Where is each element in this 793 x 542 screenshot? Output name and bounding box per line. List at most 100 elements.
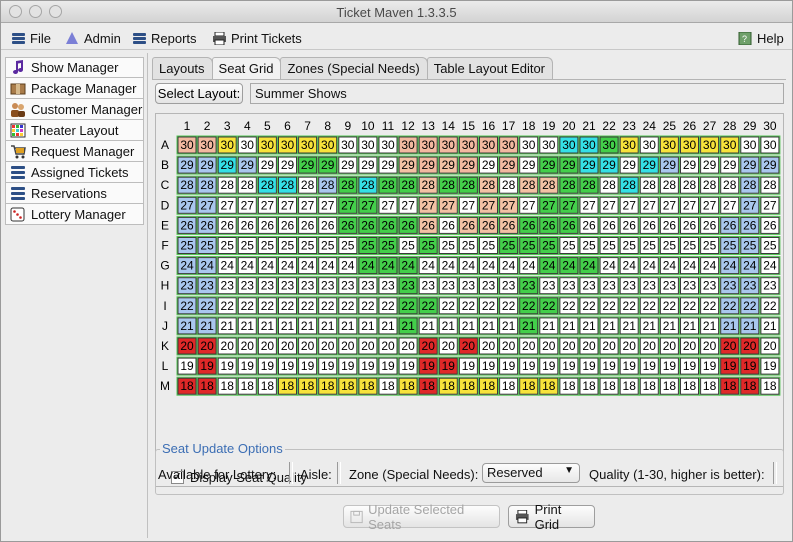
seat-cell[interactable]: 25 [598, 236, 620, 255]
print-grid-button[interactable]: Print Grid [508, 502, 595, 532]
seat-cell[interactable]: 19 [377, 356, 399, 376]
seat-cell[interactable]: 23 [417, 276, 439, 296]
seat-cell[interactable]: 23 [176, 276, 198, 296]
seat-cell[interactable]: 18 [196, 376, 218, 396]
menu-reports[interactable]: Reports [132, 29, 197, 47]
seat-cell[interactable]: 18 [558, 376, 580, 396]
seat-cell[interactable]: 22 [719, 296, 741, 316]
seat-cell[interactable]: 23 [699, 276, 721, 296]
seat-cell[interactable]: 24 [256, 256, 278, 276]
seat-cell[interactable]: 19 [437, 356, 459, 376]
seat-cell[interactable]: 25 [437, 236, 459, 255]
seat-cell[interactable]: 20 [759, 336, 781, 356]
seat-cell[interactable]: 21 [417, 316, 439, 336]
seat-cell[interactable]: 19 [759, 356, 781, 376]
seat-cell[interactable]: 24 [638, 256, 660, 276]
seat-cell[interactable]: 21 [518, 316, 540, 336]
seat-cell[interactable]: 23 [236, 276, 258, 296]
seat-cell[interactable]: 25 [518, 236, 540, 255]
seat-cell[interactable]: 20 [498, 336, 520, 356]
seat-cell[interactable]: 30 [216, 135, 238, 155]
seat-cell[interactable]: 19 [578, 356, 600, 376]
seat-cell[interactable]: 27 [337, 195, 359, 215]
seat-cell[interactable]: 19 [417, 356, 439, 376]
seat-cell[interactable]: 30 [498, 135, 520, 155]
seat-cell[interactable]: 22 [317, 296, 339, 316]
seat-cell[interactable]: 30 [679, 135, 700, 155]
seat-cell[interactable]: 25 [658, 236, 680, 255]
seat-cell[interactable]: 23 [437, 276, 459, 296]
seat-cell[interactable]: 19 [498, 356, 520, 376]
seat-cell[interactable]: 18 [719, 376, 741, 396]
seat-cell[interactable]: 23 [759, 276, 781, 296]
seat-cell[interactable]: 23 [598, 276, 620, 296]
seat-cell[interactable]: 21 [558, 316, 580, 336]
seat-cell[interactable]: 25 [679, 236, 700, 255]
seat-cell[interactable]: 27 [277, 195, 298, 215]
seat-cell[interactable]: 22 [236, 296, 258, 316]
seat-cell[interactable]: 27 [638, 195, 660, 215]
seat-cell[interactable]: 26 [739, 215, 761, 235]
seat-cell[interactable]: 24 [357, 256, 379, 276]
seat-cell[interactable]: 30 [196, 135, 218, 155]
seat-cell[interactable]: 21 [679, 316, 700, 336]
seat-cell[interactable]: 27 [699, 195, 721, 215]
seat-cell[interactable]: 27 [759, 195, 781, 215]
seat-cell[interactable]: 19 [337, 356, 359, 376]
seat-cell[interactable]: 27 [417, 195, 439, 215]
seat-cell[interactable]: 20 [317, 336, 339, 356]
seat-cell[interactable]: 28 [699, 175, 721, 195]
seat-cell[interactable]: 21 [317, 316, 339, 336]
seat-cell[interactable]: 30 [256, 135, 278, 155]
seat-cell[interactable]: 30 [638, 135, 660, 155]
seat-cell[interactable]: 25 [216, 236, 238, 255]
seat-cell[interactable]: 28 [176, 175, 198, 195]
seat-cell[interactable]: 18 [498, 376, 520, 396]
seat-cell[interactable]: 24 [377, 256, 399, 276]
seat-cell[interactable]: 24 [236, 256, 258, 276]
seat-cell[interactable]: 25 [618, 236, 640, 255]
seat-cell[interactable]: 25 [498, 236, 520, 255]
seat-cell[interactable]: 30 [759, 135, 781, 155]
seat-cell[interactable]: 21 [498, 316, 520, 336]
seat-cell[interactable]: 22 [417, 296, 439, 316]
seat-cell[interactable]: 23 [397, 276, 419, 296]
seat-cell[interactable]: 28 [498, 175, 520, 195]
seat-cell[interactable]: 21 [277, 316, 298, 336]
seat-cell[interactable]: 18 [578, 376, 600, 396]
seat-cell[interactable]: 26 [216, 215, 238, 235]
seat-cell[interactable]: 20 [719, 336, 741, 356]
seat-cell[interactable]: 27 [256, 195, 278, 215]
seat-cell[interactable]: 18 [538, 376, 560, 396]
seat-cell[interactable]: 22 [538, 296, 560, 316]
seat-cell[interactable]: 30 [518, 135, 540, 155]
seat-cell[interactable]: 19 [658, 356, 680, 376]
seat-cell[interactable]: 26 [578, 215, 600, 235]
seat-cell[interactable]: 21 [759, 316, 781, 336]
seat-cell[interactable]: 24 [317, 256, 339, 276]
seat-cell[interactable]: 18 [638, 376, 660, 396]
seat-cell[interactable]: 19 [176, 356, 198, 376]
seat-cell[interactable]: 22 [337, 296, 359, 316]
seat-cell[interactable]: 21 [658, 316, 680, 336]
seat-cell[interactable]: 18 [739, 376, 761, 396]
seat-cell[interactable]: 21 [538, 316, 560, 336]
seat-cell[interactable]: 26 [417, 215, 439, 235]
sidebar-item-show-manager[interactable]: Show Manager [5, 57, 144, 78]
seat-cell[interactable]: 21 [196, 316, 218, 336]
seat-cell[interactable]: 30 [658, 135, 680, 155]
seat-cell[interactable]: 18 [377, 376, 399, 396]
seat-cell[interactable]: 30 [297, 135, 319, 155]
seat-cell[interactable]: 24 [759, 256, 781, 276]
seat-cell[interactable]: 26 [196, 215, 218, 235]
seat-cell[interactable]: 22 [216, 296, 238, 316]
seat-cell[interactable]: 18 [457, 376, 479, 396]
seat-cell[interactable]: 21 [236, 316, 258, 336]
seat-cell[interactable]: 29 [598, 155, 620, 175]
seat-cell[interactable]: 19 [638, 356, 660, 376]
seat-cell[interactable]: 21 [578, 316, 600, 336]
seat-cell[interactable]: 30 [397, 135, 419, 155]
seat-cell[interactable]: 23 [538, 276, 560, 296]
seat-cell[interactable]: 23 [679, 276, 700, 296]
seat-cell[interactable]: 29 [618, 155, 640, 175]
